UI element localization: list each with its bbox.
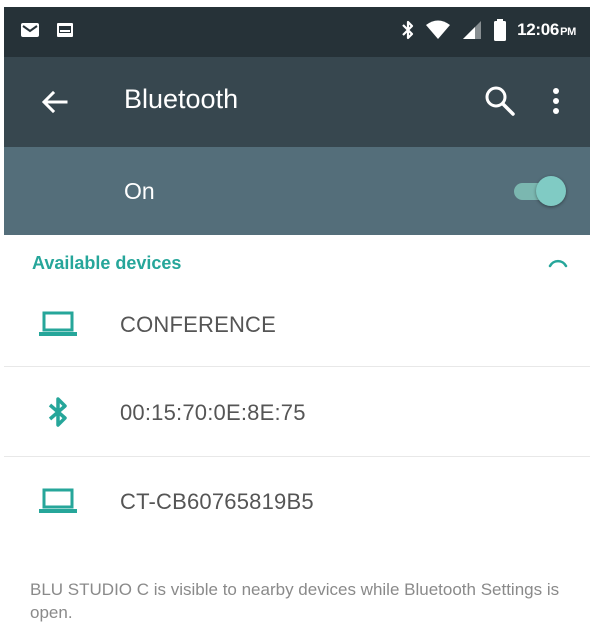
email-icon xyxy=(21,23,39,37)
device-name: 00:15:70:0E:8E:75 xyxy=(120,400,306,425)
device-item-ct-cb[interactable]: CT-CB60765819B5 xyxy=(4,457,590,545)
system-icons: 12:06PM xyxy=(401,19,576,41)
laptop-icon xyxy=(39,488,77,513)
image-icon xyxy=(57,23,73,37)
available-devices-header: Available devices xyxy=(32,253,182,273)
back-button[interactable] xyxy=(38,85,72,119)
laptop-icon xyxy=(39,311,77,336)
bluetooth-switch-bar[interactable]: On xyxy=(4,147,590,235)
clock: 12:06PM xyxy=(517,20,576,39)
device-item-conference[interactable]: CONFERENCE xyxy=(4,280,590,368)
signal-icon xyxy=(463,21,482,39)
divider xyxy=(4,366,590,367)
battery-icon xyxy=(494,19,507,41)
status-bar: 12:06PM xyxy=(4,7,590,57)
device-name: CONFERENCE xyxy=(120,312,277,337)
wifi-icon xyxy=(426,20,451,39)
search-icon xyxy=(485,86,515,116)
switch-label: On xyxy=(124,178,155,204)
app-toolbar: Bluetooth xyxy=(4,57,590,147)
more-vert-icon xyxy=(553,88,559,114)
bluetooth-toggle[interactable] xyxy=(510,174,566,208)
bluetooth-icon xyxy=(48,397,67,427)
visibility-note: BLU STUDIO C is visible to nearby device… xyxy=(30,580,560,622)
back-arrow-icon xyxy=(41,90,68,114)
search-button[interactable] xyxy=(482,83,518,119)
device-item-mac-address[interactable]: 00:15:70:0E:8E:75 xyxy=(4,368,590,456)
scanning-spinner-icon xyxy=(548,259,568,268)
more-options-button[interactable] xyxy=(544,83,568,119)
notification-icons xyxy=(20,21,74,39)
page-title: Bluetooth xyxy=(124,84,239,114)
device-name: CT-CB60765819B5 xyxy=(120,489,314,514)
bluetooth-icon xyxy=(402,20,414,40)
toggle-thumb xyxy=(536,176,566,206)
